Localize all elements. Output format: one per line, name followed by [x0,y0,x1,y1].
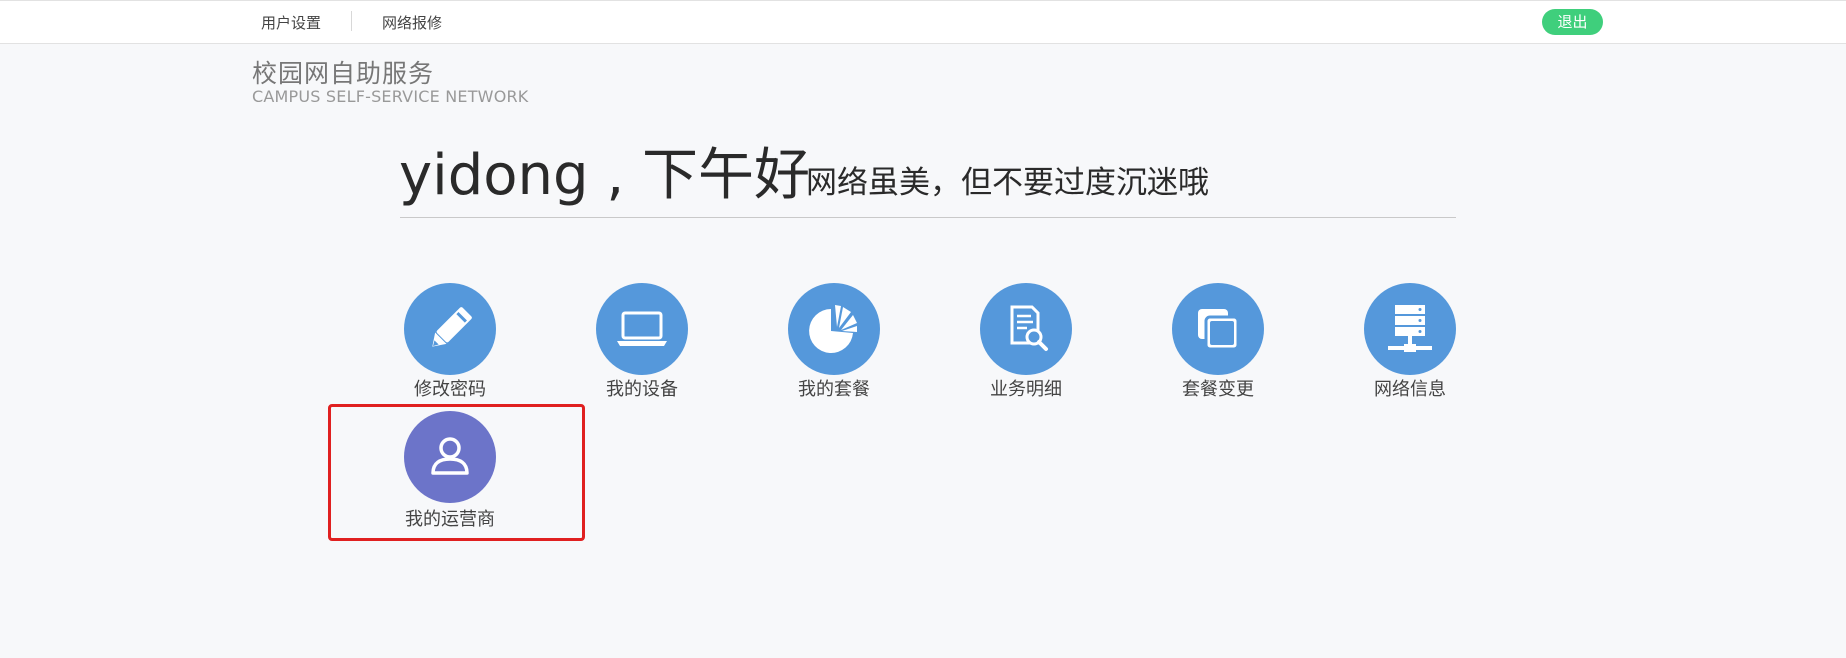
tile-label: 我的套餐 [798,379,870,400]
tile-my-package[interactable]: 我的套餐 [754,283,914,403]
tile-package-change[interactable]: 套餐变更 [1138,283,1298,403]
brand-title: 校园网自助服务 [252,59,435,88]
tile-label: 修改密码 [414,379,486,400]
tile-network-info[interactable]: 网络信息 [1330,283,1490,403]
server-icon [1364,283,1456,375]
pie-chart-icon [788,283,880,375]
nav-divider [351,11,352,31]
top-nav-bar: 用户设置 网络报修 退出 [0,0,1846,44]
laptop-icon [596,283,688,375]
brand-subtitle: CAMPUS SELF-SERVICE NETWORK [252,87,529,106]
greeting-slogan: 网络虽美，但不要过度沉迷哦 [806,165,1209,201]
greeting-text: yidong , 下午好 [399,143,810,208]
nav-network-repair[interactable]: 网络报修 [382,12,442,33]
tile-label: 业务明细 [990,379,1062,400]
document-search-icon [980,283,1072,375]
greeting-divider [400,217,1456,218]
tile-my-devices[interactable]: 我的设备 [562,283,722,403]
logout-button[interactable]: 退出 [1542,9,1603,35]
switch-package-icon [1172,283,1264,375]
tile-change-password[interactable]: 修改密码 [370,283,530,403]
nav-user-settings[interactable]: 用户设置 [261,12,321,33]
tile-business-details[interactable]: 业务明细 [946,283,1106,403]
pencil-icon [404,283,496,375]
tile-label: 套餐变更 [1182,379,1254,400]
highlight-box [328,404,585,541]
tile-label: 网络信息 [1374,379,1446,400]
tile-label: 我的设备 [606,379,678,400]
